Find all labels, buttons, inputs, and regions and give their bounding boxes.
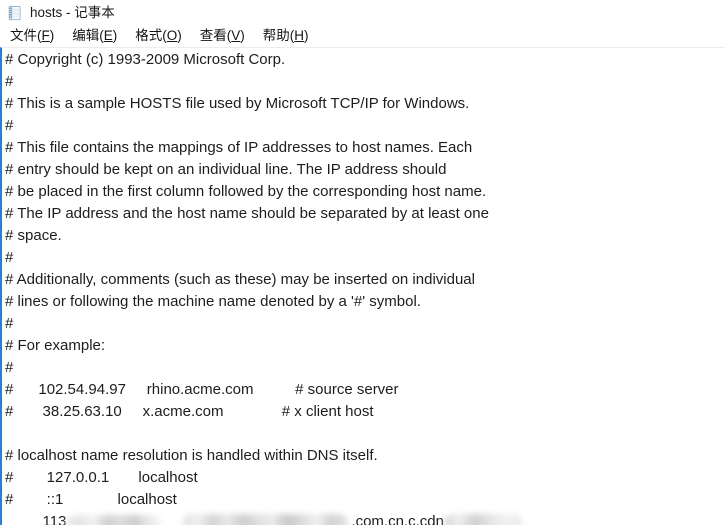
text-editor-frame[interactable]: # Copyright (c) 1993-2009 Microsoft Corp… xyxy=(0,47,725,525)
menu-item-edit[interactable]: 编辑(E) xyxy=(70,26,119,46)
editor-line: # xyxy=(5,73,14,90)
text-editor[interactable]: # Copyright (c) 1993-2009 Microsoft Corp… xyxy=(5,49,725,525)
editor-line: # Copyright (c) 1993-2009 Microsoft Corp… xyxy=(5,51,286,68)
editor-line: # space. xyxy=(5,227,62,244)
editor-line: # ::1 localhost xyxy=(5,491,177,508)
menu-item-help[interactable]: 帮助(H) xyxy=(261,26,311,46)
menu-item-help-mnemonic: H xyxy=(294,28,305,43)
redacted-line-prefix: 113 xyxy=(5,513,67,525)
redaction-blur-block xyxy=(183,513,349,525)
editor-line: # 102.54.94.97 rhino.acme.com # source s… xyxy=(5,381,399,398)
notepad-document-icon xyxy=(7,5,23,21)
menu-item-file-mnemonic: F xyxy=(41,28,50,43)
menu-item-format-mnemonic: O xyxy=(166,28,178,43)
editor-line: # xyxy=(5,315,14,332)
menu-item-file-label: 文件 xyxy=(10,28,37,43)
editor-line: # 38.25.63.10 x.acme.com # x client host xyxy=(5,403,374,420)
editor-line: # entry should be kept on an individual … xyxy=(5,161,447,178)
menu-item-help-label: 帮助 xyxy=(262,28,290,43)
menu-item-format-label: 格式 xyxy=(135,28,163,43)
editor-line: # The IP address and the host name shoul… xyxy=(5,205,489,222)
menu-item-file[interactable]: 文件(F) xyxy=(8,26,56,46)
editor-line: # be placed in the first column followed… xyxy=(5,183,487,200)
editor-line: # localhost name resolution is handled w… xyxy=(5,447,378,464)
editor-line: # Additionally, comments (such as these)… xyxy=(5,271,475,288)
editor-line: # xyxy=(5,117,14,134)
editor-line: # xyxy=(5,249,14,266)
editor-line: # This file contains the mappings of IP … xyxy=(5,139,473,156)
redaction-blur-block xyxy=(66,514,162,525)
editor-line: # lines or following the machine name de… xyxy=(5,293,421,310)
editor-line: # xyxy=(5,359,14,376)
menu-bar: 文件(F) 编辑(E) 格式(O) 查看(V) 帮助(H) xyxy=(0,25,725,47)
menu-item-view-label: 查看 xyxy=(199,28,227,43)
editor-line: # 127.0.0.1 localhost xyxy=(5,469,198,486)
redaction-blur-block xyxy=(443,514,522,525)
menu-item-format[interactable]: 格式(O) xyxy=(133,26,184,46)
menu-item-view-mnemonic: V xyxy=(231,28,241,43)
redacted-line-visible-text: .com.cn.c.cdn xyxy=(351,513,444,525)
notepad-window: hosts - 记事本 文件(F) 编辑(E) 格式(O) 查看(V) 帮助(H… xyxy=(0,0,725,525)
window-title: hosts - 记事本 xyxy=(30,4,115,20)
editor-line-redacted: 113 .com.cn.c.cdn xyxy=(5,511,725,525)
editor-line: # For example: xyxy=(5,337,106,354)
title-bar: hosts - 记事本 xyxy=(0,0,725,25)
menu-item-edit-label: 编辑 xyxy=(72,28,100,43)
menu-item-view[interactable]: 查看(V) xyxy=(198,26,247,46)
editor-line: # This is a sample HOSTS file used by Mi… xyxy=(5,95,470,112)
menu-item-edit-mnemonic: E xyxy=(103,28,113,43)
